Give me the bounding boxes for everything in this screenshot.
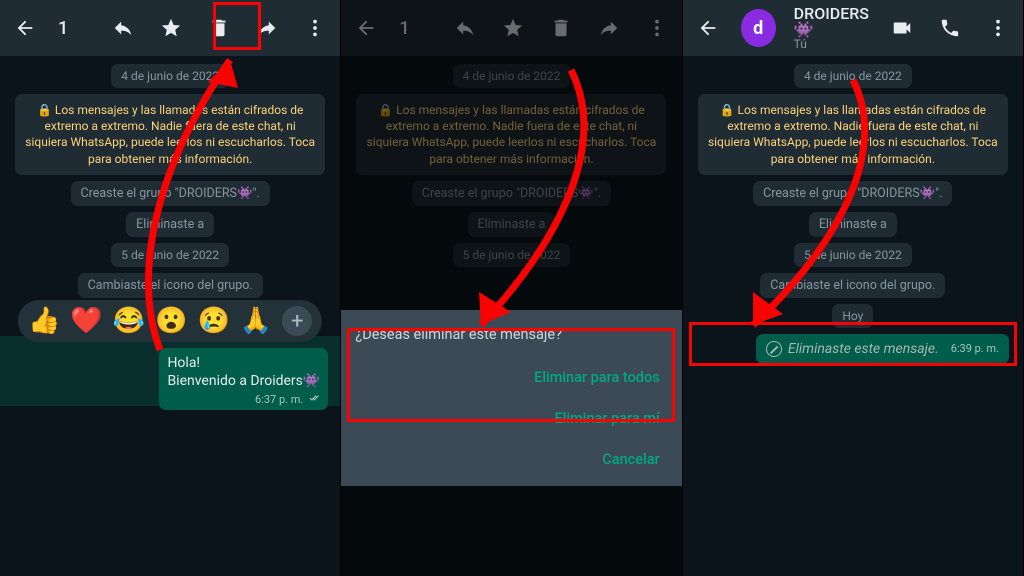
more-button[interactable]: [300, 13, 330, 43]
group-name[interactable]: DROIDERS👾: [794, 6, 869, 38]
group-subtitle: Tú: [794, 38, 869, 50]
back-button[interactable]: [10, 13, 40, 43]
reaction-heart[interactable]: ❤️: [70, 306, 102, 336]
annotation-arrow: [120, 40, 280, 360]
annotation-arrow: [421, 60, 621, 340]
video-call-button[interactable]: [887, 13, 917, 43]
back-button[interactable]: [693, 13, 723, 43]
selection-count: 1: [58, 18, 90, 39]
star-button[interactable]: [156, 13, 186, 43]
screenshot-step-1: 1 4 de junio de 2022 🔒 Los mensajes y la…: [0, 0, 341, 576]
cancel-button[interactable]: Cancelar: [355, 439, 667, 480]
reaction-more-icon[interactable]: +: [282, 306, 312, 336]
screenshot-step-2: 1 4 de junio de 2022 🔒 Los mensajes y la…: [341, 0, 682, 576]
reply-button[interactable]: [108, 13, 138, 43]
more-button[interactable]: [983, 13, 1013, 43]
annotation-highlight-box: [347, 328, 675, 422]
double-check-icon: [306, 392, 320, 406]
annotation-arrow: [713, 70, 893, 340]
screenshot-step-3: d DROIDERS👾 Tú 4 de junio de 2022 🔒 Los …: [683, 0, 1024, 576]
message-time: 6:37 p. m.: [255, 393, 303, 406]
chat-topbar[interactable]: d DROIDERS👾 Tú: [683, 0, 1023, 56]
voice-call-button[interactable]: [935, 13, 965, 43]
group-avatar[interactable]: d: [741, 9, 776, 47]
message-text: Bienvenido a Droiders👾: [167, 373, 320, 389]
reaction-thumbs-up[interactable]: 👍: [28, 306, 60, 336]
